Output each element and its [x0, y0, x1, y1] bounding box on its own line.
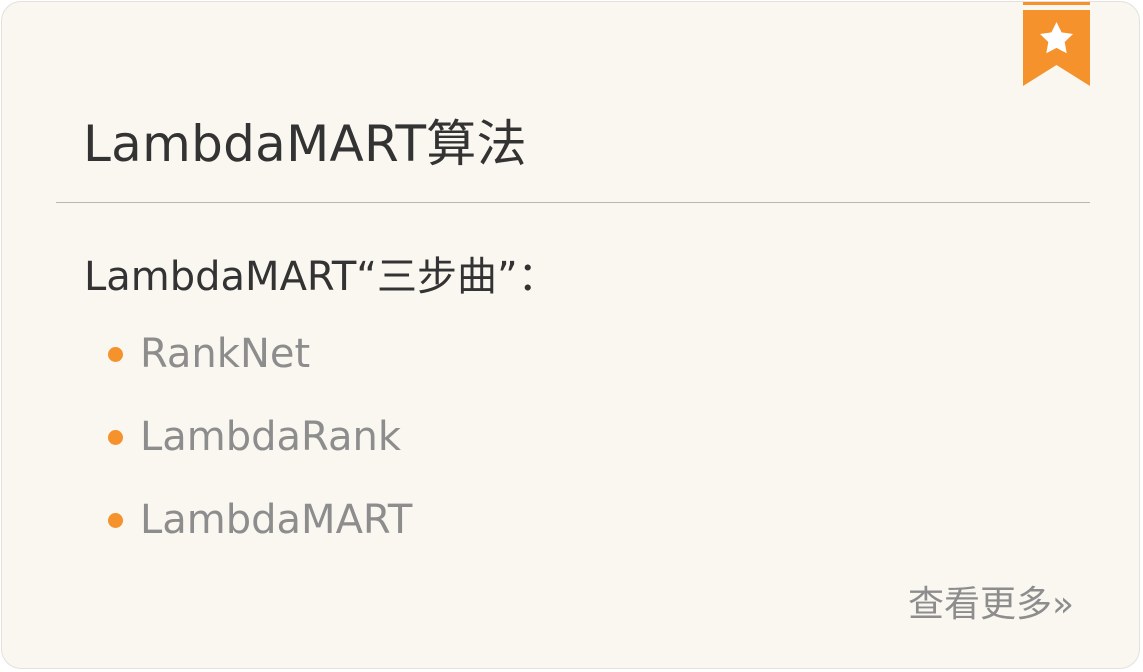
card-title: LambdaMART算法 — [83, 115, 527, 173]
list-item-label: LambdaRank — [140, 414, 401, 460]
list-item: LambdaMART — [108, 492, 412, 549]
section-subtitle: LambdaMART“三步曲”： — [84, 254, 558, 300]
step-list: RankNet LambdaRank LambdaMART — [108, 326, 412, 575]
list-item: RankNet — [108, 326, 412, 383]
knowledge-card: LambdaMART算法 LambdaMART“三步曲”： RankNet La… — [1, 1, 1140, 669]
bullet-dot-icon — [108, 513, 123, 528]
star-bookmark-icon — [1023, 2, 1090, 86]
list-item-label: RankNet — [140, 331, 311, 377]
bullet-dot-icon — [108, 347, 123, 362]
list-item-label: LambdaMART — [140, 497, 413, 543]
view-more-link[interactable]: 查看更多» — [908, 580, 1074, 630]
bullet-dot-icon — [108, 430, 123, 445]
list-item: LambdaRank — [108, 409, 412, 466]
title-divider — [56, 202, 1090, 203]
